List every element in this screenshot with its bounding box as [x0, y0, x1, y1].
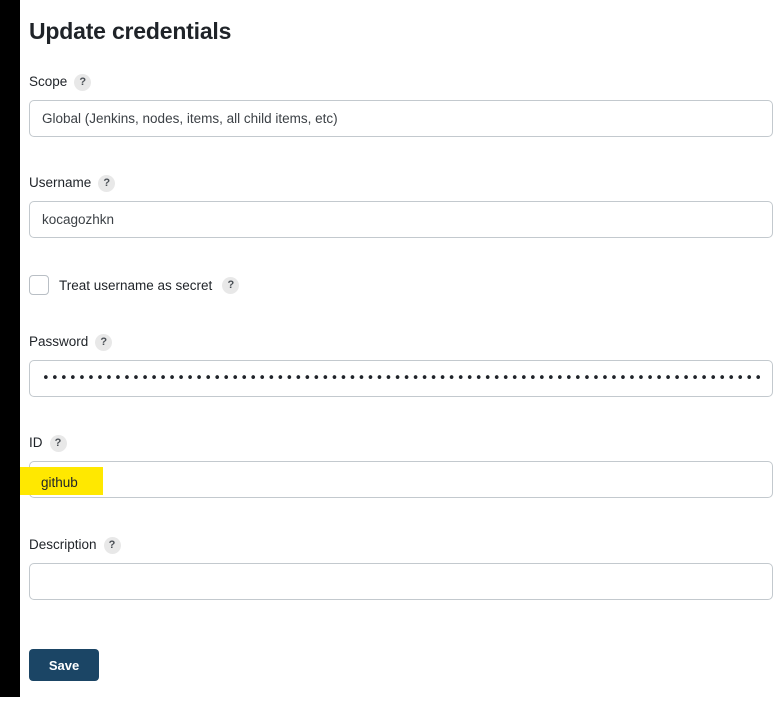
username-input[interactable]	[29, 201, 773, 238]
save-button[interactable]: Save	[29, 649, 99, 681]
help-icon[interactable]: ?	[95, 333, 113, 351]
scope-label: Scope	[29, 74, 68, 89]
password-input[interactable]: ••••••••••••••••••••••••••••••••••••••••…	[29, 360, 773, 397]
treat-username-as-secret-label: Treat username as secret	[59, 277, 213, 293]
field-password: Password ? •••••••••••••••••••••••••••••…	[29, 333, 773, 397]
username-label: Username	[29, 175, 92, 190]
scope-select[interactable]: Global (Jenkins, nodes, items, all child…	[29, 100, 773, 137]
left-page-gutter	[0, 0, 20, 697]
id-label: ID	[29, 435, 43, 450]
description-label-row: Description ?	[29, 536, 773, 554]
password-label: Password	[29, 334, 89, 349]
description-label: Description	[29, 537, 97, 552]
field-id: ID ? github	[20, 434, 773, 498]
help-icon[interactable]: ?	[49, 434, 67, 452]
help-icon[interactable]: ?	[74, 73, 92, 91]
help-icon[interactable]: ?	[103, 536, 121, 554]
treat-username-as-secret-checkbox[interactable]	[29, 275, 49, 295]
credentials-page: Update credentials Scope ? Global (Jenki…	[20, 0, 782, 705]
username-label-row: Username ?	[29, 174, 773, 192]
description-input[interactable]	[29, 563, 773, 600]
field-description: Description ?	[29, 536, 773, 600]
field-username: Username ?	[29, 174, 773, 238]
password-masked-value: ••••••••••••••••••••••••••••••••••••••••…	[42, 372, 760, 385]
update-credentials-form: Update credentials	[29, 0, 782, 46]
id-label-row: ID ?	[29, 434, 773, 452]
password-label-row: Password ?	[29, 333, 773, 351]
id-field-wrapper: github	[20, 461, 773, 498]
scope-label-row: Scope ?	[29, 73, 773, 91]
field-scope: Scope ? Global (Jenkins, nodes, items, a…	[29, 73, 773, 137]
page-title: Update credentials	[29, 18, 232, 44]
treat-username-as-secret-row[interactable]: Treat username as secret ?	[29, 275, 240, 295]
help-icon[interactable]: ?	[222, 276, 240, 294]
help-icon[interactable]: ?	[98, 174, 116, 192]
id-input[interactable]	[29, 461, 773, 498]
scope-selected-value: Global (Jenkins, nodes, items, all child…	[42, 111, 338, 126]
